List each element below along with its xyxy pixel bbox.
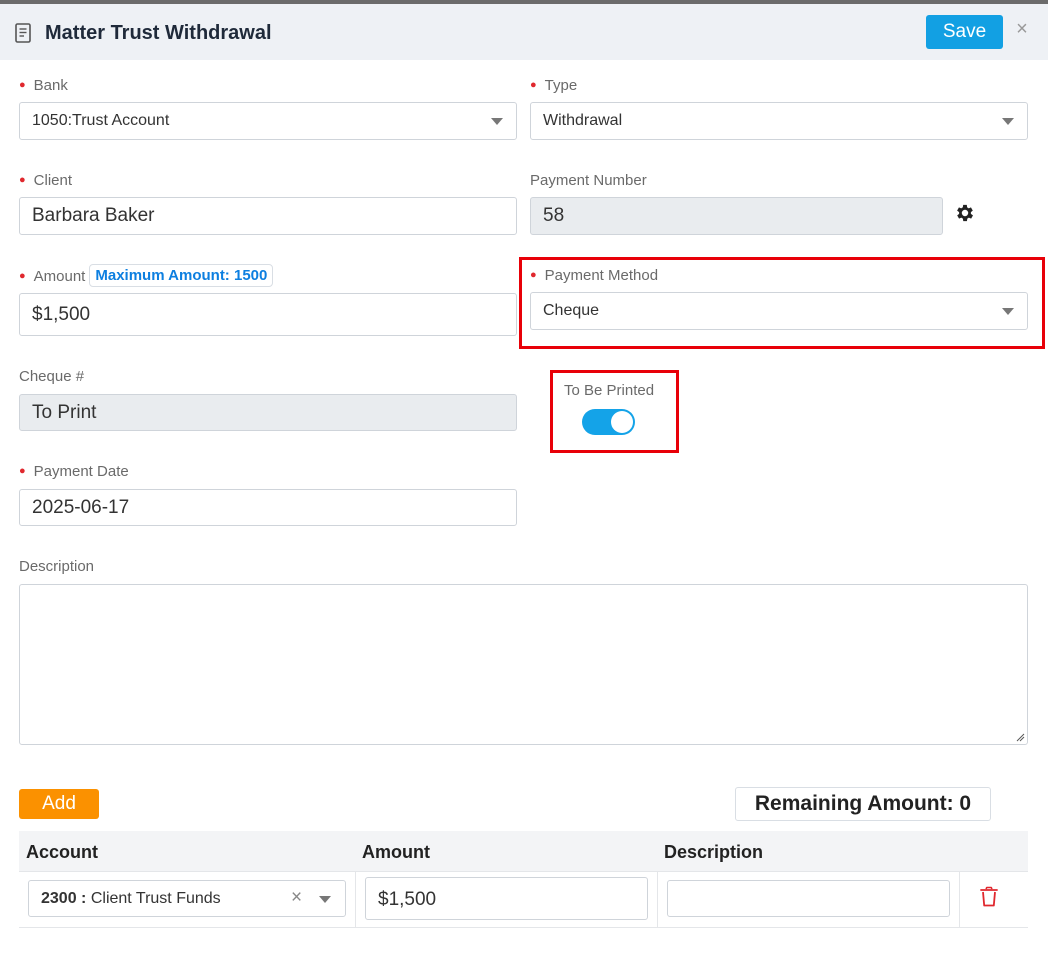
cheque-number-value: To Print xyxy=(32,401,97,423)
column-account: Account xyxy=(26,842,98,862)
to-be-printed-toggle[interactable] xyxy=(582,409,635,435)
column-divider xyxy=(657,871,658,927)
description-textarea[interactable] xyxy=(19,584,1028,745)
column-divider xyxy=(959,871,960,927)
bank-value: 1050:Trust Account xyxy=(32,112,170,129)
chevron-down-icon xyxy=(491,118,503,125)
client-value: Barbara Baker xyxy=(32,205,155,226)
amount-value: $1,500 xyxy=(32,303,91,325)
description-label: Description xyxy=(19,558,95,575)
chevron-down-icon xyxy=(1002,308,1014,315)
payment-method-value: Cheque xyxy=(543,302,600,319)
column-divider xyxy=(355,871,356,927)
payment-date-label: ● Payment Date xyxy=(19,463,129,480)
cheque-number-label: Cheque # xyxy=(19,368,85,385)
payment-date-input[interactable]: 2025-06-17 xyxy=(19,489,517,526)
required-dot: ● xyxy=(530,79,537,91)
required-dot: ● xyxy=(19,174,26,186)
type-value: Withdrawal xyxy=(543,112,623,129)
line-amount-value: $1,500 xyxy=(378,889,437,910)
add-line-button[interactable]: Add xyxy=(19,789,99,819)
column-description: Description xyxy=(664,842,764,862)
remaining-amount: Remaining Amount: 0 xyxy=(735,787,991,821)
payment-number-label: Payment Number xyxy=(530,172,647,189)
account-value: 2300 : Client Trust Funds xyxy=(41,890,221,907)
table-row: 2300 : Client Trust Funds × $1,500 xyxy=(19,871,1028,928)
bank-label: ● Bank xyxy=(19,77,68,94)
required-dot: ● xyxy=(530,269,537,281)
resize-handle-icon[interactable] xyxy=(1015,732,1025,742)
trash-icon[interactable] xyxy=(979,886,999,908)
dialog-header: Matter Trust Withdrawal Save × xyxy=(0,4,1048,60)
account-select[interactable]: 2300 : Client Trust Funds × xyxy=(28,880,346,917)
dialog-title: Matter Trust Withdrawal xyxy=(45,22,272,44)
clear-icon[interactable]: × xyxy=(291,887,302,909)
line-description-input[interactable] xyxy=(667,880,950,917)
max-amount-badge: Maximum Amount: 1500 xyxy=(89,264,274,287)
payment-method-label: ● Payment Method xyxy=(530,267,659,284)
payment-date-value: 2025-06-17 xyxy=(32,496,130,518)
gear-icon[interactable] xyxy=(954,202,976,224)
amount-label: ● Amount Maximum Amount: 1500 xyxy=(19,264,274,288)
amount-input[interactable]: $1,500 xyxy=(19,293,517,336)
column-amount: Amount xyxy=(362,842,430,862)
save-button[interactable]: Save xyxy=(926,15,1003,49)
bank-select[interactable]: 1050:Trust Account xyxy=(19,102,517,140)
required-dot: ● xyxy=(19,465,26,477)
required-dot: ● xyxy=(19,270,26,282)
required-dot: ● xyxy=(19,79,26,91)
cheque-number-input: To Print xyxy=(19,394,517,431)
chevron-down-icon xyxy=(1002,118,1014,125)
client-label: ● Client xyxy=(19,172,73,189)
lines-table-header: Account Amount Description xyxy=(19,831,1028,872)
client-input[interactable]: Barbara Baker xyxy=(19,197,517,235)
line-amount-input[interactable]: $1,500 xyxy=(365,877,648,920)
to-be-printed-label: To Be Printed xyxy=(564,382,655,399)
type-label: ● Type xyxy=(530,77,578,94)
toggle-knob xyxy=(611,411,633,433)
payment-number-input: 58 xyxy=(530,197,943,235)
chevron-down-icon xyxy=(319,895,331,903)
type-select[interactable]: Withdrawal xyxy=(530,102,1028,140)
payment-method-select[interactable]: Cheque xyxy=(530,292,1028,330)
payment-number-value: 58 xyxy=(543,205,565,226)
close-icon[interactable]: × xyxy=(1011,18,1033,40)
document-icon xyxy=(15,23,31,43)
